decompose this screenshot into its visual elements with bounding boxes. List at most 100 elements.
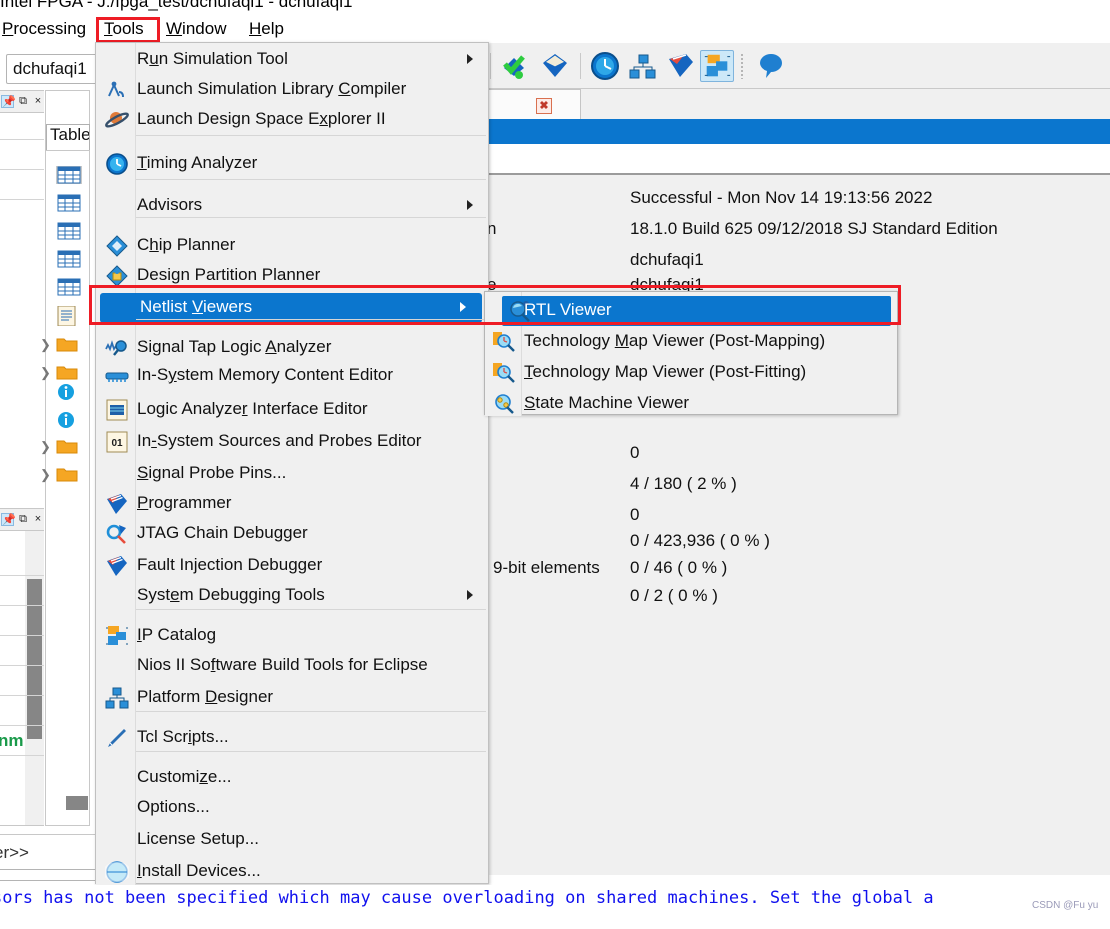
menu-item-label: Programmer [137,493,232,512]
techmap-icon [492,361,516,385]
tree-item-info[interactable] [56,382,82,400]
tree-item-table[interactable] [56,250,82,268]
menu-item-label: Customize... [137,767,232,786]
project-name-value: dchufaqi1 [13,59,87,78]
clock-icon [106,153,128,175]
message-console: sors has not been specified which may ca… [0,885,1110,929]
svg-text:01: 01 [111,438,123,449]
menu-item-design-partition-planner[interactable]: Design Partition Planner [97,261,489,291]
menu-item-label: Platform Designer [137,687,274,706]
menu-item-launch-design-space-explorer-ii[interactable]: Launch Design Space Explorer II [97,105,489,135]
ip-catalog-icon [106,626,128,645]
chevron-right-icon[interactable]: ❯ [40,440,51,454]
report-tab-table[interactable]: Table [46,124,90,150]
toolbar-grip[interactable] [740,53,744,79]
submenu-item-rtl-viewer[interactable]: RTL Viewer [502,296,891,326]
close-icon[interactable]: ✖ [536,98,552,114]
comment-button[interactable] [754,50,788,82]
report-row-value: 4 / 180 ( 2 % ) [630,474,737,493]
menubar-item-window[interactable]: Window [160,18,232,40]
tree-item-folder[interactable]: ❯ [40,336,82,354]
tree-item-table[interactable] [56,278,82,296]
platform-designer-button[interactable] [626,50,660,82]
submenu-item-technology-map-viewer-post-mapping[interactable]: Technology Map Viewer (Post-Mapping) [486,327,898,357]
project-name-field[interactable]: dchufaqi1 [6,54,100,84]
submenu-arrow-icon [467,590,473,600]
menu-item-jtag-chain-debugger[interactable]: JTAG Chain Debugger [97,519,489,549]
menu-item-label: Design Partition Planner [137,265,321,284]
menu-item-label: Timing Analyzer [137,153,258,172]
techmap-icon [492,330,516,354]
tree-item-document[interactable] [56,305,82,327]
partition-diamond-icon [106,265,128,287]
menu-item-chip-planner[interactable]: Chip Planner [97,231,489,261]
scrollbar-thumb[interactable] [27,579,42,739]
menu-item-fault-injection-debugger[interactable]: Fault Injection Debugger [97,551,489,581]
menu-item-signal-probe-pins[interactable]: Signal Probe Pins... [97,459,489,489]
tree-item-table-selected[interactable] [56,166,82,184]
ip-catalog-button[interactable] [700,50,734,82]
folder-icon [56,440,78,454]
menu-item-tcl-scripts[interactable]: Tcl Scripts... [97,723,489,753]
close-icon[interactable]: × [32,513,44,526]
menu-item-programmer[interactable]: Programmer [97,489,489,519]
menu-item-customize[interactable]: Customize... [97,763,489,793]
tree-item-folder[interactable]: ❯ [40,466,82,484]
memory-icon [105,372,129,382]
menu-item-system-debugging-tools[interactable]: System Debugging Tools [97,581,489,611]
timing-analyzer-button[interactable] [588,50,622,82]
submenu-item-label: Technology Map Viewer (Post-Mapping) [524,331,826,350]
tree-item-folder[interactable]: ❯ [40,438,82,456]
menu-item-label: Launch Design Space Explorer II [137,109,386,128]
chevron-right-icon[interactable]: ❯ [40,468,51,482]
menu-item-license-setup[interactable]: License Setup... [97,825,489,855]
pin-icon[interactable]: 📌 [1,513,16,526]
close-icon[interactable]: × [32,95,44,108]
menu-item-ip-catalog[interactable]: IP Catalog [97,621,489,651]
clock-icon [105,152,129,176]
report-row-value: 18.1.0 Build 625 09/12/2018 SJ Standard … [630,219,998,238]
menu-item-timing-analyzer[interactable]: Timing Analyzer [97,149,489,179]
programmer-button[interactable] [664,50,698,82]
techmap-icon [493,363,515,383]
left-dock-bottom-caption: 📌 ⧉ × [0,509,44,531]
submenu-item-technology-map-viewer-post-fitting[interactable]: Technology Map Viewer (Post-Fitting) [486,358,898,388]
pin-icon[interactable]: 📌 [1,95,16,108]
chip-diamond-icon [105,234,129,258]
menu-item-launch-simulation-library-compiler[interactable]: Launch Simulation Library Compiler [97,75,489,105]
menu-item-install-devices[interactable]: Install Devices... [97,857,489,887]
filter-input[interactable] [0,869,100,881]
menu-item-options[interactable]: Options... [97,793,489,823]
restore-icon[interactable]: ⧉ [17,95,29,108]
menu-item-nios-ii-software-build-tools-for-eclipse[interactable]: Nios II Software Build Tools for Eclipse [97,651,489,681]
menu-item-run-simulation-tool[interactable]: Run Simulation Tool [97,45,489,75]
tree-item-table[interactable] [56,194,82,212]
menu-item-platform-designer[interactable]: Platform Designer [97,683,489,713]
tree-item-info[interactable] [56,410,82,428]
menu-item-logic-analyzer-interface-editor[interactable]: Logic Analyzer Interface Editor [97,395,489,425]
tree-item-folder[interactable]: ❯ [40,364,82,382]
restore-icon[interactable]: ⧉ [17,513,29,526]
binary-01-icon: 01 [106,431,128,453]
submenu-item-state-machine-viewer[interactable]: State Machine Viewer [486,389,898,419]
menubar-item-tools[interactable]: Tools [98,18,150,40]
chevron-right-icon[interactable]: ❯ [40,366,51,380]
start-compilation-button[interactable] [498,50,532,82]
menu-item-label: Tcl Scripts... [137,727,229,746]
menubar-item-help[interactable]: Help [243,18,290,40]
table-icon [56,166,82,184]
submenu-item-label: State Machine Viewer [524,393,690,412]
tree-item-table[interactable] [56,222,82,240]
info-icon [58,384,74,400]
menu-separator [136,179,486,180]
tree-horizontal-scrollbar-thumb[interactable] [66,796,88,810]
left-dock-top-body [0,113,44,498]
menu-item-signal-tap-logic-analyzer[interactable]: Signal Tap Logic Analyzer [97,333,489,363]
menubar-item-processing[interactable]: Processing [0,18,92,40]
menu-item-in-system-memory-content-editor[interactable]: In-System Memory Content Editor [97,361,489,391]
report-tab[interactable]: ✖ [484,89,581,119]
menu-item-label: In-System Memory Content Editor [137,365,394,384]
chevron-right-icon[interactable]: ❯ [40,338,51,352]
analysis-synthesis-button[interactable] [538,50,572,82]
menu-item-in-system-sources-and-probes-editor[interactable]: 01 In-System Sources and Probes Editor [97,427,489,457]
